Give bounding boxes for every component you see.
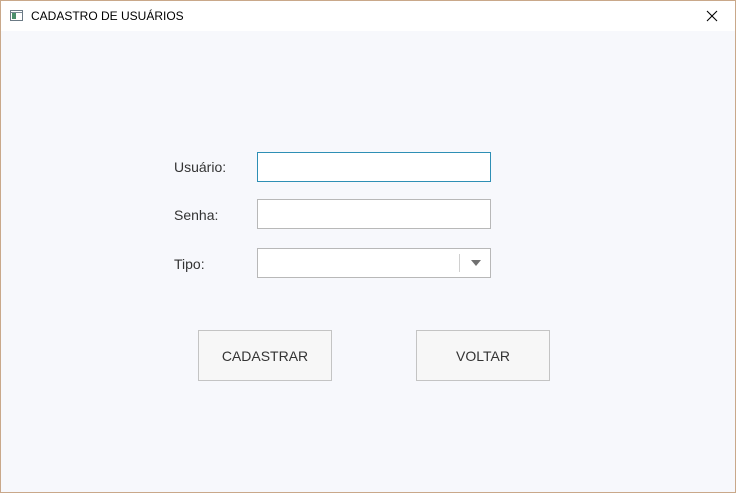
voltar-button[interactable]: VOLTAR bbox=[416, 330, 550, 381]
title-bar[interactable]: CADASTRO DE USUÁRIOS bbox=[1, 1, 735, 31]
usuario-input[interactable] bbox=[257, 152, 491, 182]
senha-label: Senha: bbox=[174, 207, 219, 223]
main-window: CADASTRO DE USUÁRIOS Usuário: Senha: Tip… bbox=[0, 0, 736, 493]
usuario-label: Usuário: bbox=[174, 159, 227, 175]
window-app-icon bbox=[10, 10, 23, 21]
close-button[interactable] bbox=[689, 1, 735, 31]
chevron-down-icon[interactable] bbox=[471, 260, 481, 266]
window-title: CADASTRO DE USUÁRIOS bbox=[31, 9, 184, 23]
close-icon bbox=[706, 10, 718, 22]
cadastrar-button[interactable]: CADASTRAR bbox=[198, 330, 332, 381]
tipo-label: Tipo: bbox=[174, 256, 205, 272]
tipo-select[interactable] bbox=[257, 248, 491, 278]
dropdown-separator bbox=[459, 254, 460, 272]
senha-input[interactable] bbox=[257, 199, 491, 229]
